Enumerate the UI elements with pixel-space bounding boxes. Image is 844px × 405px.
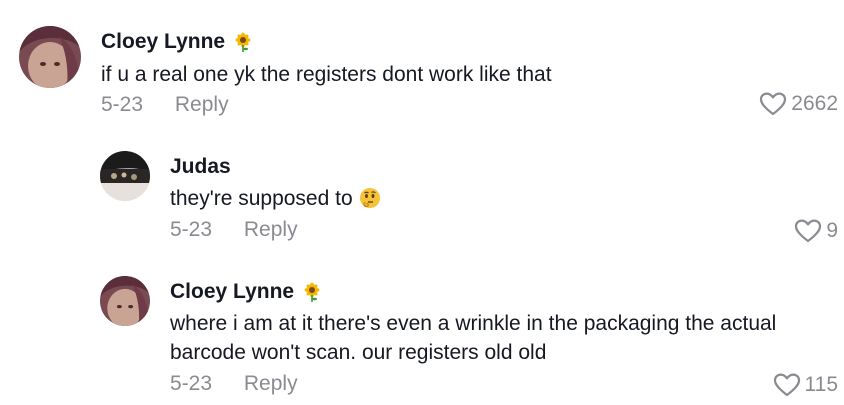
avatar-image: [100, 151, 150, 201]
author-name[interactable]: Judas: [170, 155, 231, 179]
reply-item: Judas they're supposed to 5-23 Reply 9: [0, 140, 844, 255]
comment-meta: 5-23 Reply: [170, 372, 298, 396]
avatar[interactable]: [19, 26, 81, 88]
comment-meta: 5-23 Reply: [101, 93, 229, 117]
comment-author[interactable]: Judas: [170, 155, 231, 179]
avatar-image: [19, 26, 81, 88]
comment-text: if u a real one yk the registers dont wo…: [101, 63, 552, 86]
avatar-image: [100, 276, 150, 326]
heart-outline-icon: [773, 373, 800, 397]
comment-item: Cloey Lynne if u a real one yk the regis…: [0, 0, 844, 140]
comment-meta: 5-23 Reply: [170, 218, 298, 242]
like-count: 115: [804, 373, 838, 396]
like-count: 2662: [791, 92, 838, 115]
reply-button[interactable]: Reply: [244, 218, 298, 242]
thinking-face-emoji: [359, 187, 381, 209]
avatar[interactable]: [100, 276, 150, 326]
reply-button[interactable]: Reply: [244, 372, 298, 396]
comment-date: 5-23: [170, 218, 213, 241]
like-count: 9: [826, 219, 838, 242]
reply-item: Cloey Lynne where i am at it there's eve…: [0, 255, 844, 405]
author-name[interactable]: Cloey Lynne: [170, 280, 294, 304]
comment-text: where i am at it there's even a wrinkle …: [170, 312, 777, 364]
heart-outline-icon: [760, 92, 787, 116]
like-button[interactable]: 9: [794, 218, 838, 244]
like-button[interactable]: 115: [773, 372, 838, 398]
comment-author[interactable]: Cloey Lynne: [101, 30, 253, 54]
comment-text-content: they're supposed to: [170, 187, 353, 210]
reply-button[interactable]: Reply: [175, 93, 229, 117]
like-button[interactable]: 2662: [759, 91, 838, 117]
comment-author[interactable]: Cloey Lynne: [170, 280, 322, 304]
comment-date: 5-23: [101, 93, 144, 116]
avatar[interactable]: [100, 151, 150, 201]
comment-date: 5-23: [170, 372, 213, 395]
author-name[interactable]: Cloey Lynne: [101, 30, 225, 54]
comment-text: they're supposed to: [170, 184, 770, 213]
sunflower-icon: [233, 32, 253, 52]
sunflower-icon: [302, 282, 322, 302]
heart-outline-icon: [795, 219, 822, 243]
